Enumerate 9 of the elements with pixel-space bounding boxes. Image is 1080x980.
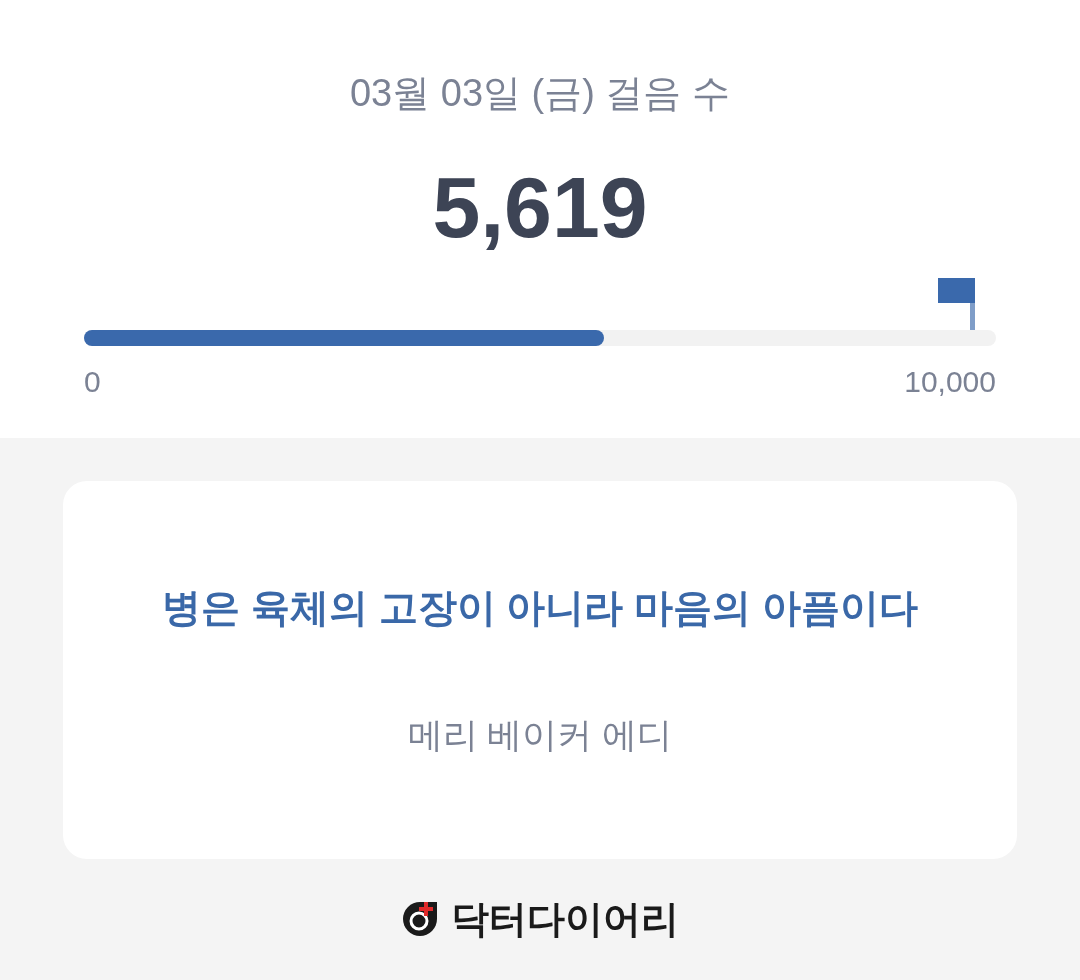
min-label: 0 [84, 364, 101, 400]
logo-icon [401, 900, 439, 938]
brand-name: 닥터다이어리 [451, 897, 679, 941]
max-label: 10,000 [904, 364, 996, 400]
quote-text: 병은 육체의 고장이 아니라 마음의 아픔이다 [161, 585, 919, 631]
step-count: 5,619 [432, 164, 648, 250]
goal-flag-icon [938, 278, 975, 330]
date-title: 03월 03일 (금) 걸음 수 [349, 71, 731, 116]
quote-author: 메리 베이커 에디 [407, 714, 673, 756]
